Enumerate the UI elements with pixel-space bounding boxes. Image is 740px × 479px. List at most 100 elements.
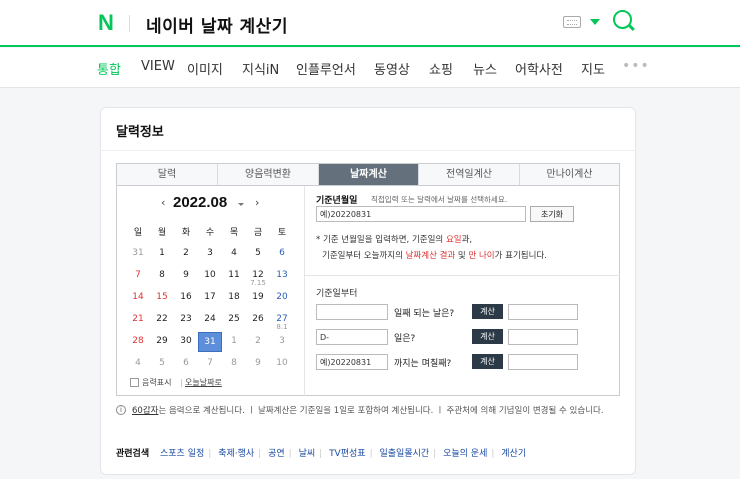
lunar-date-note: 7.15 [250, 279, 266, 287]
base-date-input[interactable] [316, 206, 526, 222]
nav-tab-integrated[interactable]: 통합 [97, 59, 121, 78]
nav-tab-shopping[interactable]: 쇼핑 [429, 59, 453, 78]
calendar-day[interactable]: 5 [246, 244, 270, 264]
nav-tab-influencer[interactable]: 인플루언서 [296, 59, 356, 78]
weekday-thu: 목 [229, 228, 239, 238]
d-day-input[interactable] [316, 329, 388, 345]
calendar-day[interactable]: 5 [150, 354, 174, 374]
form-divider [304, 275, 620, 276]
sexagenary-link[interactable]: 60갑자 [132, 406, 158, 416]
nav-tab-kin[interactable]: 지식iN [242, 59, 279, 78]
tab-lunar-convert[interactable]: 양음력변환 [218, 164, 319, 185]
until-date-result [508, 354, 578, 370]
calendar-day[interactable]: 31 [126, 244, 150, 264]
nav-tab-images[interactable]: 이미지 [187, 59, 223, 78]
tab-calendar[interactable]: 달력 [117, 164, 218, 185]
calendar-day[interactable]: 10 [270, 354, 294, 374]
calendar-day[interactable]: 2 [174, 244, 198, 264]
days-after-input[interactable] [316, 304, 388, 320]
nav-tab-news[interactable]: 뉴스 [473, 59, 497, 78]
calendar-day[interactable]: 1 [222, 332, 246, 352]
month-label[interactable]: 2022.08 [173, 194, 227, 211]
calendar-day[interactable]: 7 [126, 266, 150, 286]
nav-tab-dictionary[interactable]: 어학사전 [515, 59, 563, 78]
calendar-day[interactable]: 18 [222, 288, 246, 308]
calendar-day[interactable]: 3 [198, 244, 222, 264]
calendar-day-selected[interactable]: 31 [198, 332, 222, 352]
tab-discharge-calc[interactable]: 전역일계산 [419, 164, 520, 185]
calendar-day[interactable]: 19 [246, 288, 270, 308]
nav-tab-video[interactable]: 동영상 [374, 59, 410, 78]
calc-button[interactable]: 계산 [472, 329, 503, 344]
related-link-fortune[interactable]: 오늘의 운세 [443, 449, 487, 459]
tab-age-calc[interactable]: 만나이계산 [520, 164, 619, 185]
until-date-input[interactable] [316, 354, 388, 370]
calendar-day[interactable]: 9 [246, 354, 270, 374]
calendar-day[interactable]: 23 [174, 310, 198, 330]
calendar-day[interactable]: 8 [222, 354, 246, 374]
lunar-display-checkbox[interactable] [130, 378, 139, 387]
calendar-day[interactable]: 20 [270, 288, 294, 308]
calendar-day[interactable]: 9 [174, 266, 198, 286]
related-link-sports[interactable]: 스포츠 일정 [160, 449, 204, 459]
nav-tab-map[interactable]: 지도 [581, 59, 605, 78]
calendar-day[interactable]: 14 [126, 288, 150, 308]
panel-divider [304, 186, 305, 396]
calendar-day[interactable]: 4 [126, 354, 150, 374]
related-link-calculator[interactable]: 계산기 [501, 449, 526, 459]
keyboard-icon[interactable] [563, 16, 581, 28]
related-link-festival[interactable]: 축제·행사 [218, 449, 254, 459]
search-icon[interactable] [613, 10, 632, 29]
month-navigator: ‹ 2022.08 › [161, 194, 281, 214]
calendar-day[interactable]: 29 [150, 332, 174, 352]
naver-logo[interactable]: N [98, 10, 114, 36]
calendar-day[interactable]: 22 [150, 310, 174, 330]
calendar-day[interactable]: 10 [198, 266, 222, 286]
calendar-day[interactable]: 6 [174, 354, 198, 374]
calendar-day[interactable]: 8 [150, 266, 174, 286]
more-icon[interactable]: ••• [622, 58, 650, 74]
search-query[interactable]: 네이버 날짜 계산기 [146, 12, 288, 37]
calendar-day[interactable]: 6 [270, 244, 294, 264]
calc-button[interactable]: 계산 [472, 304, 503, 319]
calendar-week: 7 8 9 10 11 12 7.15 13 [126, 266, 294, 287]
next-month-button[interactable]: › [255, 196, 259, 209]
calendar-day[interactable]: 1 [150, 244, 174, 264]
month-dropdown-icon[interactable] [238, 203, 244, 206]
related-searches: 관련검색 스포츠 일정 | 축제·행사 | 공연 | 날씨 | TV편성표 | 일출일몰시… [116, 449, 527, 459]
chevron-down-icon[interactable] [590, 19, 600, 25]
related-link-weather[interactable]: 날씨 [299, 449, 316, 459]
date-calc-panel: ‹ 2022.08 › 일 월 화 수 목 금 토 31 1 2 3 4 5 6… [116, 186, 620, 396]
calendar-day[interactable]: 2 [246, 332, 270, 352]
calendar-day[interactable]: 15 [150, 288, 174, 308]
calendar-day[interactable]: 26 [246, 310, 270, 330]
prev-month-button[interactable]: ‹ [161, 196, 165, 209]
today-link[interactable]: 오늘날짜로 [185, 377, 222, 388]
calendar-day[interactable]: 21 [126, 310, 150, 330]
calendar-day[interactable]: 25 [222, 310, 246, 330]
note-text: 가 표기됩니다. [494, 251, 547, 261]
calc-button[interactable]: 계산 [472, 354, 503, 369]
note-highlight: 날짜계산 결과 [405, 251, 456, 261]
reset-button[interactable]: 초기화 [530, 206, 574, 222]
nav-tab-view[interactable]: VIEW [141, 59, 175, 74]
calendar-day[interactable]: 3 [270, 332, 294, 352]
related-link-performance[interactable]: 공연 [268, 449, 285, 459]
calendar-day[interactable]: 30 [174, 332, 198, 352]
calendar-day[interactable]: 11 [222, 266, 246, 286]
calendar-day[interactable]: 4 [222, 244, 246, 264]
calendar-day[interactable]: 13 [270, 266, 294, 286]
calendar-day[interactable]: 17 [198, 288, 222, 308]
lunar-display-label[interactable]: 음력표시 [142, 377, 171, 388]
days-after-result [508, 304, 578, 320]
weekday-header: 일 월 화 수 목 금 토 [126, 224, 294, 244]
related-link-tv[interactable]: TV편성표 [329, 449, 366, 459]
note-highlight: 요일 [445, 235, 462, 245]
calendar-day[interactable]: 24 [198, 310, 222, 330]
calendar-day[interactable]: 7 [198, 354, 222, 374]
related-link-sunrise[interactable]: 일출일몰시간 [379, 449, 429, 459]
calendar-card: 달력정보 달력 양음력변환 날짜계산 전역일계산 만나이계산 ‹ 2022.08… [100, 107, 636, 475]
calendar-day[interactable]: 28 [126, 332, 150, 352]
calendar-day[interactable]: 16 [174, 288, 198, 308]
tab-date-calc[interactable]: 날짜계산 [319, 164, 419, 185]
